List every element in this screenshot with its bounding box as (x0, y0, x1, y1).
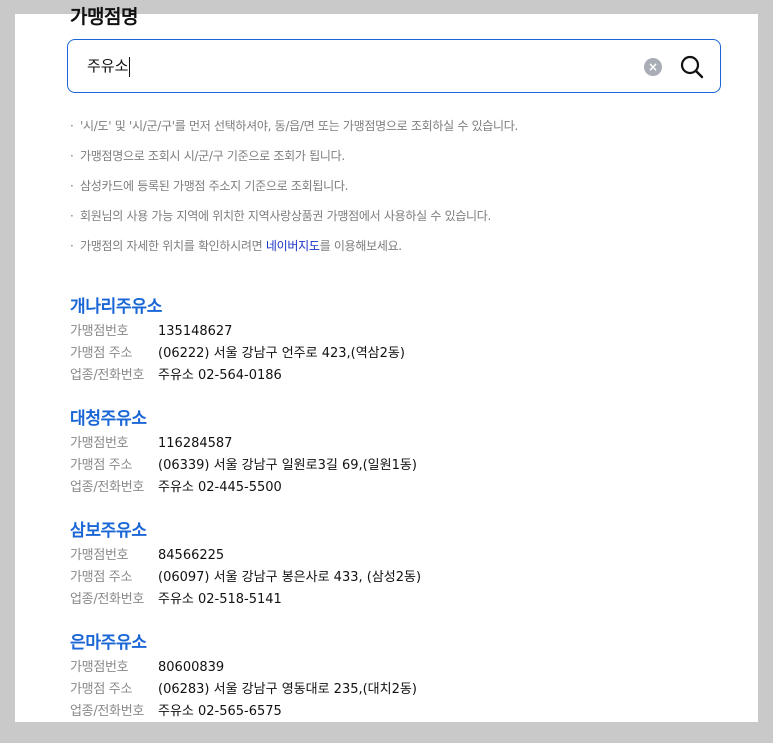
category-phone-label: 업종/전화번호 (70, 368, 145, 383)
notice-item: · 가맹점의 자세한 위치를 확인하시려면 네이버지도를 이용해보세요. (70, 239, 402, 253)
merchant-no-value: 116284587 (158, 436, 233, 451)
page-title: 가맹점명 (70, 6, 138, 28)
merchant-name[interactable]: 개나리주유소 (70, 295, 730, 321)
merchant-no-value: 135148627 (158, 324, 233, 339)
address-label: 가맹점 주소 (70, 346, 133, 361)
category-phone-label: 업종/전화번호 (70, 480, 145, 495)
category-phone-value: 주유소 02-445-5500 (158, 480, 282, 495)
notice-item: · '시/도' 및 '시/군/구'를 먼저 선택하셔야, 동/읍/면 또는 가맹점… (70, 119, 519, 133)
search-icon[interactable] (679, 54, 705, 80)
category-phone-value: 주유소 02-564-0186 (158, 368, 282, 383)
merchant-no-label: 가맹점번호 (70, 324, 129, 339)
merchant-no-value: 80600839 (158, 660, 225, 675)
category-phone-label: 업종/전화번호 (70, 592, 145, 607)
text-caret (129, 56, 131, 77)
search-input-value: 주유소 (87, 57, 129, 75)
notice-item: · 삼성카드에 등록된 가맹점 주소지 기준으로 조회됩니다. (70, 179, 349, 193)
merchant-item: 대청주유소 가맹점번호 116284587 가맹점 주소 (06339) 서울 강남… (70, 407, 730, 519)
address-label: 가맹점 주소 (70, 682, 133, 697)
merchant-list: 개나리주유소 가맹점번호 135148627 가맹점 주소 (06222) 서울 강… (70, 295, 730, 743)
address-value: (06339) 서울 강남구 일원로3길 69,(일원1동) (158, 458, 417, 473)
merchant-name[interactable]: 은마주유소 (70, 631, 730, 657)
category-phone-value: 주유소 02-518-5141 (158, 592, 282, 607)
merchant-no-label: 가맹점번호 (70, 436, 129, 451)
category-phone-label: 업종/전화번호 (70, 704, 145, 719)
notice-list: · '시/도' 및 '시/군/구'를 먼저 선택하셔야, 동/읍/면 또는 가맹점… (70, 116, 518, 266)
merchant-item: 삼보주유소 가맹점번호 84566225 가맹점 주소 (06097) 서울 강남구… (70, 519, 730, 631)
search-input[interactable]: 주유소 (87, 40, 131, 92)
search-box[interactable]: 주유소 × (67, 39, 721, 93)
merchant-no-value: 84566225 (158, 548, 225, 563)
merchant-item: 개나리주유소 가맹점번호 135148627 가맹점 주소 (06222) 서울 강… (70, 295, 730, 407)
notice-item: · 회원님의 사용 가능 지역에 위치한 지역사랑상품권 가맹점에서 사용하실 수… (70, 209, 492, 223)
address-label: 가맹점 주소 (70, 458, 133, 473)
clear-icon[interactable]: × (644, 58, 662, 76)
address-value: (06097) 서울 강남구 봉은사로 433, (삼성2동) (158, 570, 422, 585)
naver-map-link[interactable]: 네이버지도 (266, 239, 320, 253)
merchant-name[interactable]: 삼보주유소 (70, 519, 730, 545)
category-phone-value: 주유소 02-565-6575 (158, 704, 282, 719)
merchant-no-label: 가맹점번호 (70, 548, 129, 563)
address-label: 가맹점 주소 (70, 570, 133, 585)
merchant-item: 은마주유소 가맹점번호 80600839 가맹점 주소 (06283) 서울 강남구… (70, 631, 730, 743)
notice-item: · 가맹점명으로 조회시 시/군/구 기준으로 조회가 됩니다. (70, 149, 345, 163)
address-value: (06283) 서울 강남구 영동대로 235,(대치2동) (158, 682, 417, 697)
merchant-no-label: 가맹점번호 (70, 660, 129, 675)
merchant-name[interactable]: 대청주유소 (70, 407, 730, 433)
address-value: (06222) 서울 강남구 언주로 423,(역삼2동) (158, 346, 405, 361)
